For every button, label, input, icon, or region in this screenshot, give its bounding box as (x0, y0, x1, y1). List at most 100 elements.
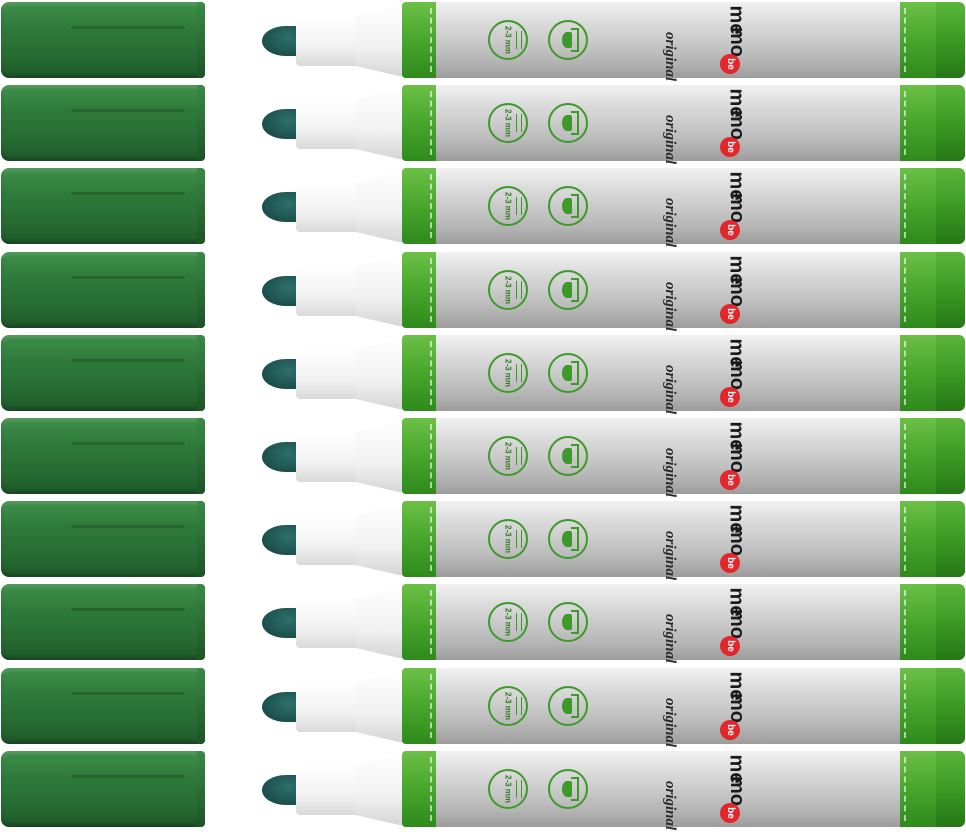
brand-tagline: original (662, 698, 678, 748)
tip-size-badge: 2-3 mm (488, 353, 528, 393)
bullet-tip-icon (548, 20, 588, 60)
marker-end-cap (936, 252, 965, 328)
marker-neck (356, 420, 408, 494)
brand-be-badge: be (720, 137, 740, 157)
marker-cap (1, 418, 205, 494)
marker-barrel (402, 418, 910, 494)
marker-barrel (402, 335, 910, 411)
marker-neck (356, 254, 408, 328)
tip-size-badge: 2-3 mm (488, 103, 528, 143)
marker-end-cap (936, 85, 965, 161)
tip-holder (296, 266, 362, 316)
tip-holder (296, 765, 362, 815)
bullet-tip-icon (548, 602, 588, 642)
brand-tagline: original (662, 365, 678, 415)
brand-tagline: original (662, 198, 678, 248)
marker-end-cap (936, 2, 965, 78)
brand-logo: original me mo be (662, 584, 748, 664)
brand-be-badge: be (720, 553, 740, 573)
tip-size-badge: 2-3 mm (488, 436, 528, 476)
marker-row-6: 2-3 mm original me mo be (0, 416, 966, 498)
brand-tagline: original (662, 282, 678, 332)
brand-be-badge: be (720, 304, 740, 324)
brand-be-badge: be (720, 636, 740, 656)
tip-size-badge: 2-3 mm (488, 270, 528, 310)
marker-cap (1, 252, 205, 328)
bullet-tip-icon (548, 353, 588, 393)
marker-end-cap (936, 168, 965, 244)
marker-neck (356, 503, 408, 577)
tip-size-label: 2-3 mm (503, 607, 513, 637)
marker-neck (356, 670, 408, 744)
brand-logo: original me mo be (662, 668, 748, 748)
bullet-tip-icon (548, 519, 588, 559)
marker-cap (1, 584, 205, 660)
marker-row-7: 2-3 mm original me mo be (0, 499, 966, 580)
brand-be-badge: be (720, 387, 740, 407)
brand-tagline: original (662, 115, 678, 165)
brand-be-badge: be (720, 470, 740, 490)
brand-tagline: original (662, 448, 678, 498)
tip-holder (296, 598, 362, 648)
barrel-band-right (900, 2, 940, 78)
marker-end-cap (936, 668, 965, 744)
tip-holder (296, 16, 362, 66)
brand-tagline: original (662, 32, 678, 82)
barrel-band-right (900, 418, 940, 494)
barrel-band-left (402, 168, 436, 244)
bullet-tip-icon (548, 686, 588, 726)
brand-logo: original me mo be (662, 85, 748, 165)
marker-neck (356, 337, 408, 411)
marker-end-cap (936, 751, 965, 827)
barrel-band-right (900, 501, 940, 577)
barrel-band-right (900, 168, 940, 244)
brand-logo: original me mo be (662, 751, 748, 831)
barrel-band-left (402, 668, 436, 744)
brand-mo: mo (726, 776, 748, 806)
marker-barrel (402, 2, 910, 78)
barrel-band-right (900, 85, 940, 161)
barrel-band-left (402, 252, 436, 328)
marker-cap (1, 2, 205, 78)
brand-logo: original me mo be (662, 2, 748, 82)
brand-logo: original me mo be (662, 418, 748, 498)
brand-mo: mo (726, 27, 748, 57)
tip-size-badge: 2-3 mm (488, 519, 528, 559)
brand-tagline: original (662, 614, 678, 664)
marker-cap (1, 751, 205, 827)
marker-cap (1, 85, 205, 161)
tip-holder (296, 182, 362, 232)
tip-size-label: 2-3 mm (503, 275, 513, 305)
brand-mo: mo (726, 443, 748, 473)
barrel-band-left (402, 335, 436, 411)
marker-end-cap (936, 418, 965, 494)
marker-row-10: 2-3 mm original me mo be (0, 749, 966, 831)
marker-row-5: 2-3 mm original me mo be (0, 333, 966, 415)
marker-neck (356, 87, 408, 161)
barrel-band-left (402, 85, 436, 161)
tip-size-label: 2-3 mm (503, 691, 513, 721)
marker-end-cap (936, 584, 965, 660)
marker-row-2: 2-3 mm original me mo be (0, 83, 966, 165)
tip-size-label: 2-3 mm (503, 358, 513, 388)
barrel-band-right (900, 751, 940, 827)
brand-mo: mo (726, 526, 748, 556)
marker-barrel (402, 85, 910, 161)
tip-holder (296, 432, 362, 482)
marker-end-cap (936, 335, 965, 411)
brand-mo: mo (726, 110, 748, 140)
marker-neck (356, 4, 408, 78)
tip-holder (296, 682, 362, 732)
marker-row-3: 2-3 mm original me mo be (0, 166, 966, 248)
bullet-tip-icon (548, 186, 588, 226)
brand-mo: mo (726, 693, 748, 723)
marker-barrel (402, 501, 910, 577)
brand-logo: original me mo be (662, 335, 748, 415)
marker-row-8: 2-3 mm original me mo be (0, 582, 966, 664)
brand-be-badge: be (720, 803, 740, 823)
marker-row-9: 2-3 mm original me mo be (0, 666, 966, 748)
marker-cap (1, 668, 205, 744)
marker-neck (356, 753, 408, 827)
barrel-band-right (900, 252, 940, 328)
barrel-band-left (402, 2, 436, 78)
